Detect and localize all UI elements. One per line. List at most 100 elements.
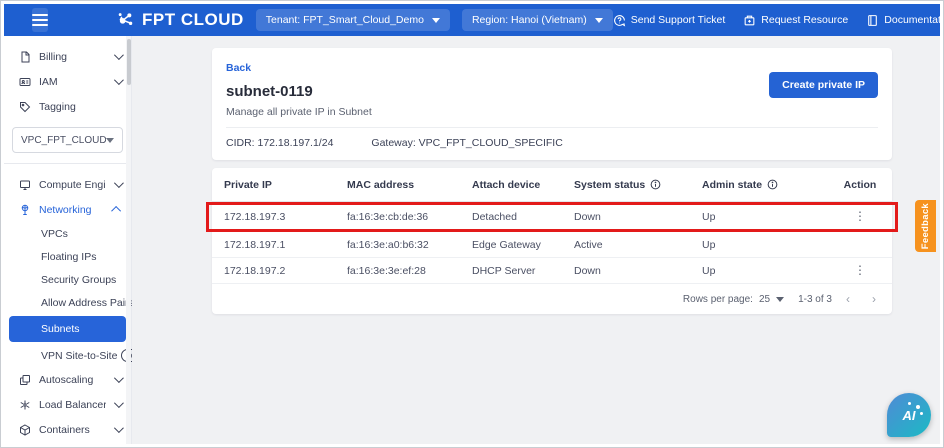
screen-frame: FPT CLOUD Tenant: FPT_Smart_Cloud_Demo R… xyxy=(0,0,944,448)
documentation-icon xyxy=(866,14,879,27)
sidebar-item-iam[interactable]: IAM xyxy=(4,69,131,94)
mac-address-cell: fa:16:3e:a0:b6:32 xyxy=(347,239,472,251)
logo-text: FPT CLOUD xyxy=(142,10,244,30)
load-balancer-icon xyxy=(18,399,31,411)
sidebar-item-billing[interactable]: Billing xyxy=(4,44,131,69)
app-window: FPT CLOUD Tenant: FPT_Smart_Cloud_Demo R… xyxy=(4,4,940,444)
sidebar-subitem-label: VPN Site-to-Site xyxy=(41,350,117,362)
sidebar-item-label: Compute Engine xyxy=(39,179,106,191)
rows-per-page-select[interactable]: Rows per page: 25 xyxy=(683,294,784,305)
chevron-down-icon xyxy=(776,297,784,302)
sidebar-item-security-groups[interactable]: Security Groups xyxy=(4,268,131,291)
tenant-selector-label: Tenant: FPT_Smart_Cloud_Demo xyxy=(266,14,424,26)
request-resource-label: Request Resource xyxy=(761,14,848,26)
chevron-down-icon xyxy=(595,18,603,23)
column-header-admin-state: Admin state xyxy=(702,179,840,191)
table-row[interactable]: 172.18.197.2 fa:16:3e:3e:ef:28 DHCP Serv… xyxy=(212,258,892,284)
top-header-bar: FPT CLOUD Tenant: FPT_Smart_Cloud_Demo R… xyxy=(4,4,940,36)
subnet-meta: CIDR: 172.18.197.1/24 Gateway: VPC_FPT_C… xyxy=(226,128,878,160)
row-actions-menu-icon[interactable]: ⋮ xyxy=(854,263,866,277)
back-link[interactable]: Back xyxy=(226,62,251,74)
sidebar-scrollbar[interactable] xyxy=(126,36,131,444)
sidebar-item-networking[interactable]: Networking xyxy=(4,197,131,222)
fpt-logo-molecule-icon xyxy=(116,10,136,30)
admin-state-cell: Up xyxy=(702,265,840,277)
private-ip-table: Private IP MAC address Attach device Sys… xyxy=(212,168,892,314)
containers-icon xyxy=(18,424,31,436)
sidebar-item-vpn-site-to-site[interactable]: VPN Site-to-Site beta xyxy=(4,344,131,367)
column-header-attach-device: Attach device xyxy=(472,179,574,191)
sidebar-item-autoscaling[interactable]: Autoscaling xyxy=(4,367,131,392)
chevron-down-icon xyxy=(114,75,124,85)
attach-device-cell: DHCP Server xyxy=(472,265,574,277)
info-icon[interactable] xyxy=(650,179,661,190)
sidebar-item-containers[interactable]: Containers xyxy=(4,417,131,442)
previous-page-button[interactable]: ‹ xyxy=(846,293,850,305)
sidebar-item-tagging[interactable]: Tagging xyxy=(4,94,131,119)
header-actions: Send Support Ticket Request Resource Doc… xyxy=(613,13,940,28)
table-header-row: Private IP MAC address Attach device Sys… xyxy=(212,168,892,202)
table-row[interactable]: 172.18.197.3 fa:16:3e:cb:de:36 Detached … xyxy=(209,205,895,229)
request-resource-link[interactable]: Request Resource xyxy=(743,14,848,27)
chevron-down-icon xyxy=(106,138,114,143)
attach-device-cell: Detached xyxy=(472,211,574,223)
request-resource-icon xyxy=(743,14,756,27)
sidebar-item-label: Load Balancer xyxy=(39,399,106,411)
vpc-selector-value: VPC_FPT_CLOUD_2 xyxy=(21,135,106,146)
row-actions-menu-icon[interactable]: ⋮ xyxy=(854,209,866,223)
sidebar-item-label: Billing xyxy=(39,51,106,63)
chevron-down-icon xyxy=(114,50,124,60)
column-header-action: Action xyxy=(840,179,880,191)
sidebar-nav: Billing IAM Tagging VPC_FPT_CLOUD_2 Comp… xyxy=(4,36,132,444)
send-support-ticket-link[interactable]: Send Support Ticket xyxy=(613,14,726,27)
column-header-private-ip: Private IP xyxy=(224,179,347,191)
system-status-cell: Down xyxy=(574,265,702,277)
table-pagination: Rows per page: 25 1-3 of 3 ‹ › xyxy=(212,284,892,314)
column-header-system-status: System status xyxy=(574,179,702,191)
sidebar-item-load-balancer[interactable]: Load Balancer xyxy=(4,392,131,417)
chevron-down-icon xyxy=(114,373,124,383)
admin-state-cell: Up xyxy=(702,211,840,223)
sidebar-item-label: Tagging xyxy=(39,101,121,113)
create-private-ip-button[interactable]: Create private IP xyxy=(769,72,878,98)
documentation-link[interactable]: Documentation xyxy=(866,14,940,27)
attach-device-cell: Edge Gateway xyxy=(472,239,574,251)
main-content: Back subnet-0119 Manage all private IP i… xyxy=(132,36,940,444)
sidebar-item-floating-ips[interactable]: Floating IPs xyxy=(4,245,131,268)
sidebar-subitem-label: VPCs xyxy=(41,228,68,240)
table-row[interactable]: 172.18.197.1 fa:16:3e:a0:b6:32 Edge Gate… xyxy=(212,232,892,258)
sidebar-item-vpcs[interactable]: VPCs xyxy=(4,222,131,245)
vpc-selector-dropdown[interactable]: VPC_FPT_CLOUD_2 xyxy=(12,127,123,153)
rows-per-page-value: 25 xyxy=(759,294,770,305)
ai-assistant-bubble[interactable]: AI xyxy=(887,393,931,437)
private-ip-cell: 172.18.197.2 xyxy=(224,265,347,277)
chevron-down-icon xyxy=(114,423,124,433)
sidebar-item-compute-engine[interactable]: Compute Engine xyxy=(4,172,131,197)
chevron-down-icon xyxy=(432,18,440,23)
sidebar-subitem-label: Security Groups xyxy=(41,274,116,286)
next-page-button[interactable]: › xyxy=(872,293,876,305)
sidebar-item-label: IAM xyxy=(39,76,106,88)
page-subtitle: Manage all private IP in Subnet xyxy=(226,106,878,128)
region-selector[interactable]: Region: Hanoi (Vietnam) xyxy=(462,9,613,31)
mac-address-cell: fa:16:3e:cb:de:36 xyxy=(347,211,472,223)
info-icon[interactable] xyxy=(767,179,778,190)
documentation-label: Documentation xyxy=(884,14,940,26)
chevron-down-icon xyxy=(114,398,124,408)
chevron-up-icon xyxy=(111,206,121,216)
feedback-label: Feedback xyxy=(920,203,931,249)
hamburger-menu-icon[interactable] xyxy=(32,8,48,32)
pagination-range: 1-3 of 3 xyxy=(798,294,832,305)
tenant-selector[interactable]: Tenant: FPT_Smart_Cloud_Demo xyxy=(256,9,450,31)
chevron-down-icon xyxy=(114,178,124,188)
sidebar-item-label: Networking xyxy=(39,204,106,216)
feedback-tab[interactable]: Feedback xyxy=(915,200,936,252)
fpt-cloud-logo[interactable]: FPT CLOUD xyxy=(116,10,244,30)
sidebar-item-allow-address-pairs[interactable]: Allow Address Pairs xyxy=(4,291,131,314)
system-status-cell: Active xyxy=(574,239,702,251)
support-ticket-icon xyxy=(613,14,626,27)
gateway-value: Gateway: VPC_FPT_CLOUD_SPECIFIC xyxy=(371,137,562,149)
sidebar-divider xyxy=(4,163,131,164)
sidebar-item-subnets[interactable]: Subnets xyxy=(9,316,126,342)
molecule-dot-icon xyxy=(920,412,923,415)
